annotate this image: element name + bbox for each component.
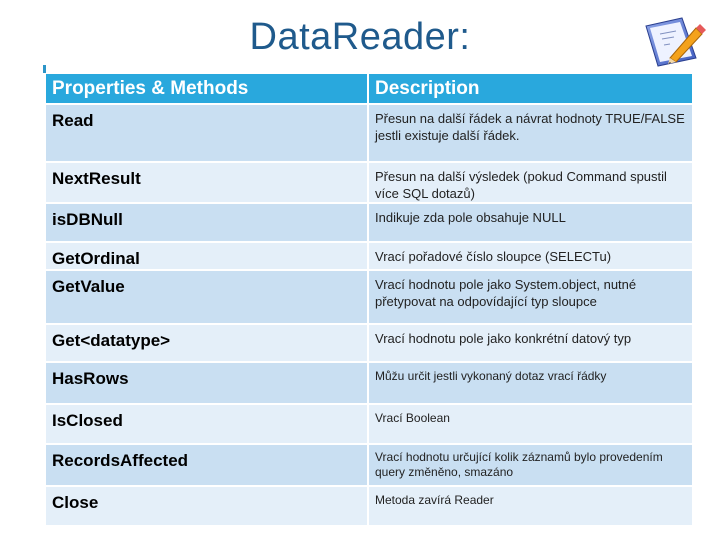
accent-mark	[43, 65, 46, 73]
table-row: Read Přesun na další řádek a návrat hodn…	[46, 105, 692, 163]
table-row: IsClosed Vrací Boolean	[46, 405, 692, 445]
property-name: RecordsAffected	[46, 445, 367, 487]
table-row: Close Metoda zavírá Reader	[46, 487, 692, 527]
table-row: NextResult Přesun na další výsledek (pok…	[46, 163, 692, 204]
table-row: GetOrdinal Vrací pořadové číslo sloupce …	[46, 243, 692, 271]
notepad-pencil-icon	[645, 17, 706, 67]
property-name: IsClosed	[46, 405, 367, 445]
property-name: GetOrdinal	[46, 243, 367, 271]
property-description: Metoda zavírá Reader	[367, 487, 692, 527]
property-description: Vrací pořadové číslo sloupce (SELECTu)	[367, 243, 692, 271]
slide-title: DataReader:	[249, 16, 471, 58]
table-header-row: Properties & Methods Description	[46, 74, 692, 105]
table-row: GetValue Vrací hodnotu pole jako System.…	[46, 271, 692, 325]
property-name: Close	[46, 487, 367, 527]
property-description: Přesun na další řádek a návrat hodnoty T…	[367, 105, 692, 163]
table-row: HasRows Můžu určit jestli vykonaný dotaz…	[46, 363, 692, 405]
property-description: Vrací hodnotu pole jako konkrétní datový…	[367, 325, 692, 363]
property-description: Můžu určit jestli vykonaný dotaz vrací ř…	[367, 363, 692, 405]
property-description: Vrací Boolean	[367, 405, 692, 445]
property-name: isDBNull	[46, 204, 367, 243]
column-header-properties: Properties & Methods	[46, 74, 367, 105]
property-name: NextResult	[46, 163, 367, 204]
property-description: Vrací hodnotu pole jako System.object, n…	[367, 271, 692, 325]
property-description: Přesun na další výsledek (pokud Command …	[367, 163, 692, 204]
property-name: Read	[46, 105, 367, 163]
property-name: GetValue	[46, 271, 367, 325]
table-row: RecordsAffected Vrací hodnotu určující k…	[46, 445, 692, 487]
column-header-description: Description	[367, 74, 692, 105]
property-description: Vrací hodnotu určující kolik záznamů byl…	[367, 445, 692, 487]
property-name: Get<datatype>	[46, 325, 367, 363]
property-description: Indikuje zda pole obsahuje NULL	[367, 204, 692, 243]
table-row: isDBNull Indikuje zda pole obsahuje NULL	[46, 204, 692, 243]
table-row: Get<datatype> Vrací hodnotu pole jako ko…	[46, 325, 692, 363]
properties-methods-table: Properties & Methods Description Read Př…	[46, 74, 692, 527]
property-name: HasRows	[46, 363, 367, 405]
